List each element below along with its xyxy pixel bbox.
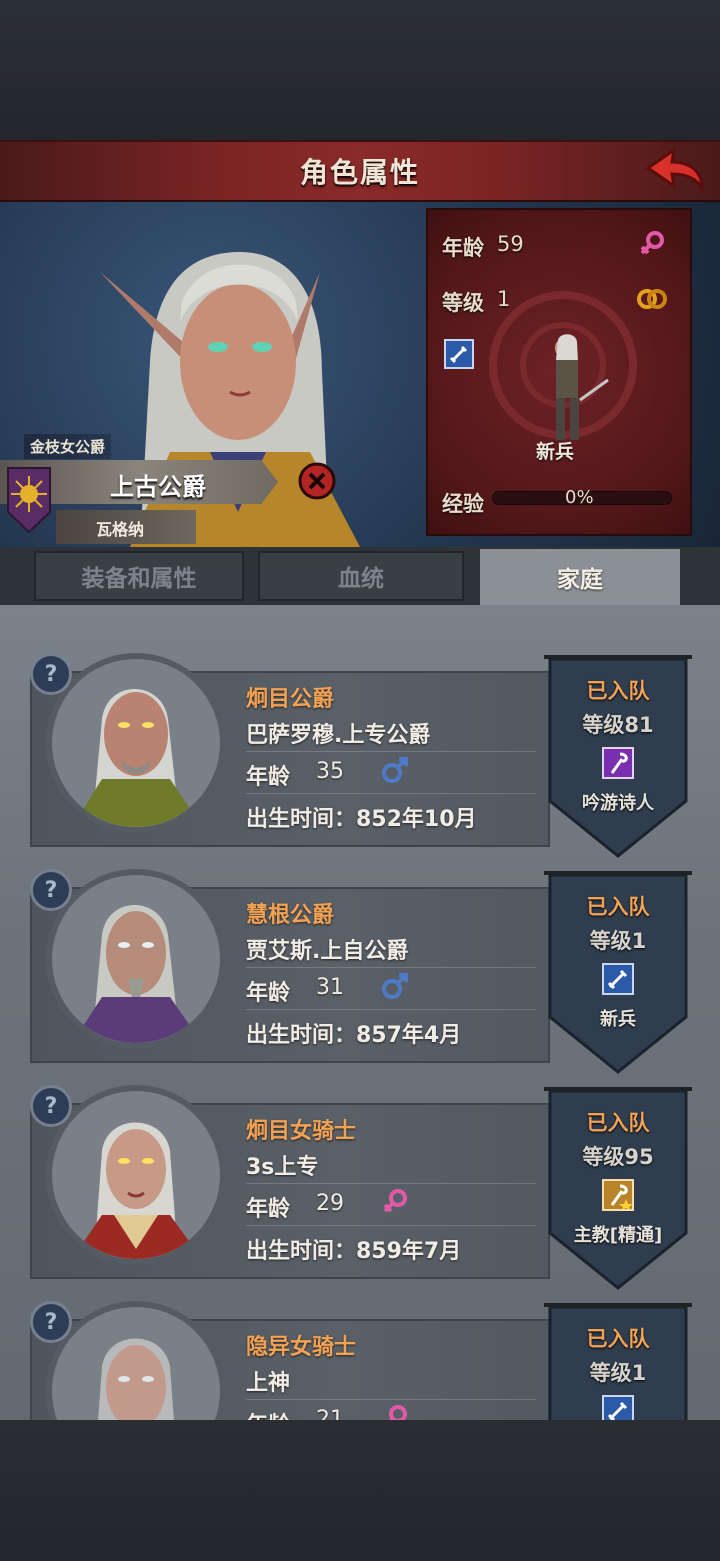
member-status: 已入队 <box>586 1111 650 1135</box>
divider <box>246 1009 536 1010</box>
member-name: 巴萨罗穆.上专公爵 <box>246 723 431 748</box>
tab-bloodline[interactable]: 血统 <box>258 551 464 601</box>
member-age-label: 年龄 <box>246 981 291 1006</box>
help-icon[interactable]: ? <box>30 1085 72 1127</box>
member-level: 等级1 <box>589 929 647 953</box>
member-portrait <box>46 1085 226 1265</box>
member-age: 35 <box>316 759 344 784</box>
house-crest-icon <box>7 467 51 534</box>
member-portrait <box>46 653 226 833</box>
bottom-area <box>0 1420 720 1561</box>
exp-value: 0% <box>565 487 594 508</box>
tab-equipment-label: 装备和属性 <box>81 566 197 592</box>
bard-staff-icon <box>602 747 634 779</box>
family-card[interactable]: ? 慧根公爵 贾艾斯.上自公爵 年龄 31 出生时间：857年4月 <box>30 867 550 1063</box>
class-name: 新兵 <box>536 441 575 463</box>
member-age: 21 <box>316 1407 344 1420</box>
member-birth: 出生时间：852年10月 <box>246 807 477 832</box>
family-list[interactable]: ? 炯目公爵 巴萨罗穆.上专公爵 年龄 35 出生时间：852年10月 已入队 … <box>0 605 720 1420</box>
level-value: 1 <box>497 287 511 311</box>
female-gender-icon <box>386 1405 407 1420</box>
member-age-label: 年龄 <box>246 1407 290 1420</box>
member-status: 已入队 <box>586 895 650 919</box>
family-card[interactable]: ? 炯目公爵 巴萨罗穆.上专公爵 年龄 35 出生时间：852年10月 <box>30 651 550 847</box>
member-age: 29 <box>316 1191 344 1216</box>
divider <box>246 751 536 752</box>
member-birth: 出生时间：857年4月 <box>246 1023 462 1048</box>
page-title: 角色属性 <box>299 156 420 189</box>
close-icon[interactable] <box>298 462 336 500</box>
family-card[interactable]: ? 隐异女骑士 上神 年龄 21 <box>30 1299 550 1420</box>
level-label: 等级 <box>442 291 484 315</box>
member-title: 炯目公爵 <box>246 687 335 712</box>
house-name: 瓦格纳 <box>96 520 145 539</box>
member-age: 31 <box>316 975 344 1000</box>
divider <box>246 1225 536 1226</box>
member-portrait <box>46 869 226 1049</box>
age-value: 59 <box>497 232 524 256</box>
male-gender-icon <box>382 757 408 783</box>
member-class: 主教[精通] <box>573 1225 663 1246</box>
title-bar: 角色属性 <box>0 140 720 202</box>
member-title: 隐异女骑士 <box>246 1335 357 1360</box>
male-gender-icon <box>382 973 408 999</box>
exp-label: 经验 <box>442 492 484 516</box>
member-name: 贾艾斯.上自公爵 <box>246 939 409 964</box>
member-age-label: 年龄 <box>246 765 291 790</box>
sword-icon <box>602 1395 634 1420</box>
sword-icon <box>602 963 634 995</box>
member-title: 慧根公爵 <box>246 903 335 928</box>
help-icon[interactable]: ? <box>30 869 72 911</box>
female-gender-icon <box>640 231 664 255</box>
top-background <box>0 0 720 140</box>
member-class: 吟游诗人 <box>582 793 654 814</box>
female-gender-icon <box>383 1189 407 1213</box>
character-name: 上古公爵 <box>110 473 206 501</box>
sword-class-icon[interactable] <box>444 339 474 369</box>
age-label: 年龄 <box>442 236 484 260</box>
divider <box>246 1399 536 1400</box>
member-level: 等级81 <box>582 713 654 737</box>
tab-family[interactable]: 家庭 <box>480 549 680 605</box>
member-level: 等级95 <box>582 1145 654 1169</box>
member-status: 已入队 <box>586 679 650 703</box>
member-birth: 出生时间：859年7月 <box>246 1239 462 1264</box>
tab-bloodline-label: 血统 <box>338 566 384 592</box>
divider <box>246 793 536 794</box>
member-name: 上神 <box>246 1371 291 1396</box>
member-name: 3s上专 <box>246 1155 319 1180</box>
member-status: 已入队 <box>586 1327 650 1351</box>
member-class: 新兵 <box>600 1009 636 1030</box>
tab-equipment[interactable]: 装备和属性 <box>34 551 244 601</box>
back-arrow-icon[interactable] <box>644 146 706 196</box>
divider <box>246 1183 536 1184</box>
member-level: 等级1 <box>589 1361 647 1385</box>
rings-icon <box>637 289 667 309</box>
noble-title: 金枝女公爵 <box>24 434 112 459</box>
help-icon[interactable]: ? <box>30 1301 72 1343</box>
family-card[interactable]: ? 炯目女骑士 3s上专 年龄 29 出生时间：859年7月 <box>30 1083 550 1279</box>
divider <box>246 967 536 968</box>
help-icon[interactable]: ? <box>30 653 72 695</box>
member-title: 炯目女骑士 <box>246 1119 357 1144</box>
tab-family-label: 家庭 <box>557 567 603 593</box>
bishop-staff-icon <box>602 1179 634 1211</box>
member-age-label: 年龄 <box>246 1197 291 1222</box>
